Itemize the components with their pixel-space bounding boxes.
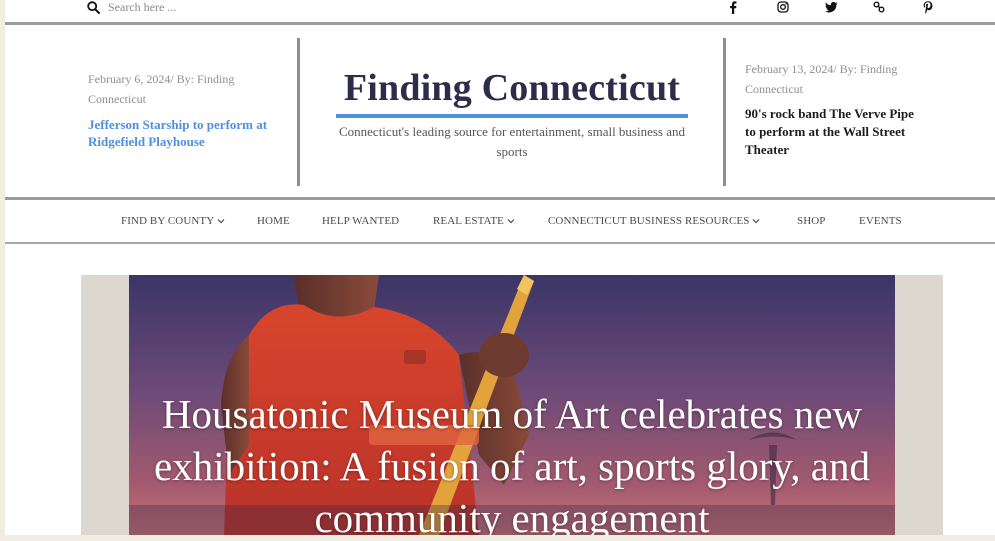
hero-section: Housatonic Museum of Art celebrates new …	[81, 275, 943, 535]
header-divider-right	[723, 38, 726, 186]
post-headline-link[interactable]: Jefferson Starship to perform at Ridgefi…	[88, 116, 288, 150]
hero-title[interactable]: Housatonic Museum of Art celebrates new …	[129, 388, 895, 535]
facebook-icon[interactable]	[725, 0, 741, 14]
nav-item-label: HOME	[257, 215, 290, 227]
nav-item-label: REAL ESTATE	[433, 215, 504, 227]
post-meta: February 6, 2024/ By: Finding Connecticu…	[88, 72, 235, 106]
title-underline	[336, 114, 688, 118]
nav-item-label: CONNECTICUT BUSINESS RESOURCES	[548, 215, 750, 227]
left-featured-post: February 6, 2024/ By: Finding Connecticu…	[88, 69, 288, 150]
site-branding: Finding Connecticut Connecticut's leadin…	[327, 65, 697, 162]
nav-item-events[interactable]: EVENTS	[859, 215, 902, 227]
top-bar	[5, 0, 995, 25]
nav-item-label: EVENTS	[859, 215, 902, 227]
nav-item-real-estate[interactable]: REAL ESTATE	[433, 215, 515, 227]
post-headline-link[interactable]: 90's rock band The Verve Pipe to perform…	[745, 105, 920, 159]
nav-item-business-resources[interactable]: CONNECTICUT BUSINESS RESOURCES	[548, 215, 760, 227]
nav-item-label: FIND BY COUNTY	[121, 215, 215, 227]
social-links	[5, 0, 995, 14]
instagram-icon[interactable]	[775, 0, 791, 14]
right-featured-post: February 13, 2024/ By: Finding Connectic…	[745, 59, 920, 159]
pinterest-icon[interactable]	[920, 0, 936, 14]
hero-banner[interactable]: Housatonic Museum of Art celebrates new …	[129, 275, 895, 535]
nav-item-shop[interactable]: SHOP	[797, 215, 826, 227]
main-navigation: FIND BY COUNTY HOME HELP WANTED REAL EST…	[5, 200, 995, 244]
twitter-icon[interactable]	[823, 0, 839, 14]
nav-item-help-wanted[interactable]: HELP WANTED	[322, 215, 399, 227]
link-icon[interactable]	[871, 0, 887, 14]
post-meta: February 13, 2024/ By: Finding Connectic…	[745, 62, 898, 96]
chevron-down-icon	[217, 219, 225, 224]
nav-item-label: HELP WANTED	[322, 215, 400, 227]
site-title[interactable]: Finding Connecticut	[344, 65, 680, 111]
nav-item-label: SHOP	[797, 215, 826, 227]
page: February 6, 2024/ By: Finding Connecticu…	[5, 0, 995, 535]
chevron-down-icon	[507, 219, 515, 224]
header-divider-left	[297, 38, 300, 186]
nav-item-home[interactable]: HOME	[257, 215, 290, 227]
nav-item-find-by-county[interactable]: FIND BY COUNTY	[121, 215, 225, 227]
site-header: February 6, 2024/ By: Finding Connecticu…	[5, 25, 995, 200]
chevron-down-icon	[753, 219, 760, 224]
site-tagline: Connecticut's leading source for enterta…	[338, 124, 686, 159]
